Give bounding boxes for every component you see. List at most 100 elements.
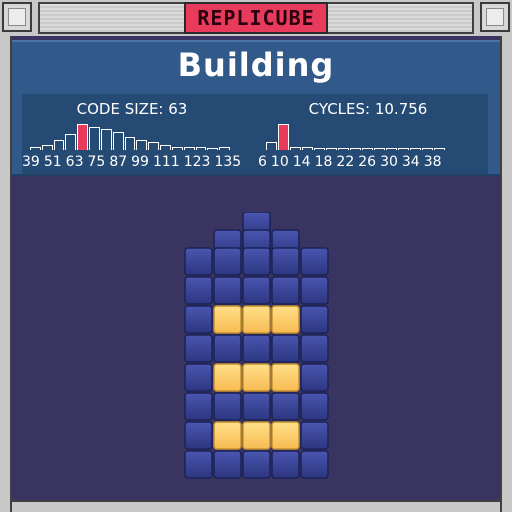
histogram-bar [207, 148, 219, 150]
axis-tick-label: 111 [152, 154, 180, 170]
window-frame-right [500, 36, 512, 512]
histogram-bar [112, 132, 124, 150]
histogram-bar [65, 134, 77, 150]
gold-voxel [242, 305, 271, 334]
axis-tick-label: 10 [270, 154, 289, 170]
axis-tick-label: 87 [109, 154, 128, 170]
histogram-bar [266, 142, 277, 150]
corner-rivet-icon [2, 2, 32, 32]
blue-voxel [242, 276, 271, 305]
blue-voxel [184, 276, 213, 305]
blue-voxel [271, 450, 300, 479]
histogram-bar [398, 148, 409, 150]
gold-voxel [213, 363, 242, 392]
cycles-histogram [266, 122, 466, 150]
axis-tick-label: 99 [131, 154, 149, 170]
gold-voxel [213, 305, 242, 334]
histogram-bar [350, 148, 361, 150]
gold-voxel [242, 363, 271, 392]
histogram-bar [41, 145, 53, 150]
histogram-bar [30, 147, 41, 150]
axis-tick-label: 6 [258, 154, 267, 170]
histogram-bar [374, 148, 385, 150]
histogram-bar [160, 145, 171, 150]
blue-voxel [213, 334, 242, 363]
blue-voxel [184, 450, 213, 479]
axis-tick-label: 22 [336, 154, 355, 170]
gold-voxel [271, 421, 300, 450]
blue-voxel [300, 334, 329, 363]
blue-voxel [271, 276, 300, 305]
blue-voxel [300, 247, 329, 276]
histogram-bar [124, 137, 136, 150]
histogram-bar [183, 147, 195, 150]
axis-tick-label: 51 [43, 154, 62, 170]
window-frame-bottom [12, 500, 500, 512]
axis-tick-label: 18 [314, 154, 333, 170]
blue-voxel [242, 392, 271, 421]
axis-tick-label: 30 [380, 154, 398, 170]
histogram-bar [219, 147, 231, 150]
blue-voxel [271, 392, 300, 421]
histogram-highlight-bar [278, 124, 289, 150]
voxel-model[interactable] [180, 211, 340, 482]
histogram-bar [290, 147, 301, 150]
status-title: Building [177, 46, 335, 84]
histogram-bar [422, 148, 433, 150]
voxel-model-canvas [184, 211, 329, 479]
axis-tick-label: 135 [214, 154, 242, 170]
blue-voxel [300, 450, 329, 479]
code-size-histogram [30, 122, 231, 150]
blue-voxel [300, 305, 329, 334]
blue-voxel [300, 392, 329, 421]
gold-voxel [271, 305, 300, 334]
blue-voxel [242, 450, 271, 479]
blue-voxel [242, 247, 271, 276]
histogram-bar [386, 148, 397, 150]
cycles-metric: CYCLES: 10.756 6 10 14 18 22 26 30 34 38 [258, 94, 478, 174]
status-header: Building CODE SIZE: 63 39 51 63 75 87 99 111 12… [12, 40, 500, 176]
axis-tick-label: 63 [65, 154, 84, 170]
histogram-bar [53, 140, 65, 150]
blue-voxel [184, 305, 213, 334]
axis-tick-label: 14 [292, 154, 311, 170]
code-size-label: CODE SIZE: 63 [76, 100, 188, 118]
axis-tick-label: 26 [358, 154, 377, 170]
cycles-axis: 6 10 14 18 22 26 30 34 38 [258, 154, 488, 170]
histogram-bar [314, 148, 325, 150]
blue-voxel [300, 363, 329, 392]
histogram-bar [302, 147, 313, 150]
histogram-bar [89, 127, 100, 150]
histogram-bar [171, 147, 183, 150]
gold-voxel [213, 421, 242, 450]
blue-voxel [213, 247, 242, 276]
histogram-bar [100, 129, 112, 150]
histogram-bar [410, 148, 421, 150]
histogram-bar [338, 148, 349, 150]
blue-voxel [271, 334, 300, 363]
blue-voxel [184, 334, 213, 363]
axis-tick-label: 39 [22, 154, 40, 170]
code-size-axis: 39 51 63 75 87 99 111 123 135 [22, 154, 252, 170]
blue-voxel [300, 421, 329, 450]
stats-panel: CODE SIZE: 63 39 51 63 75 87 99 111 123 135 CYCL… [22, 94, 488, 174]
blue-voxel [213, 392, 242, 421]
axis-tick-label: 75 [87, 154, 106, 170]
histogram-bar [362, 148, 373, 150]
blue-voxel [213, 276, 242, 305]
cycles-label: CYCLES: 10.756 [308, 100, 428, 118]
code-size-metric: CODE SIZE: 63 39 51 63 75 87 99 111 123 135 [22, 94, 242, 174]
axis-tick-label: 34 [401, 154, 420, 170]
blue-voxel [184, 421, 213, 450]
axis-tick-label: 38 [423, 154, 442, 170]
histogram-bar [434, 148, 445, 150]
histogram-highlight-bar [77, 124, 89, 150]
histogram-bar [326, 148, 337, 150]
histogram-bar [136, 140, 148, 150]
blue-voxel [213, 450, 242, 479]
blue-voxel [184, 363, 213, 392]
blue-voxel [271, 247, 300, 276]
axis-tick-label: 123 [183, 154, 211, 170]
histogram-bar [148, 142, 160, 150]
window-frame-left [0, 36, 12, 512]
